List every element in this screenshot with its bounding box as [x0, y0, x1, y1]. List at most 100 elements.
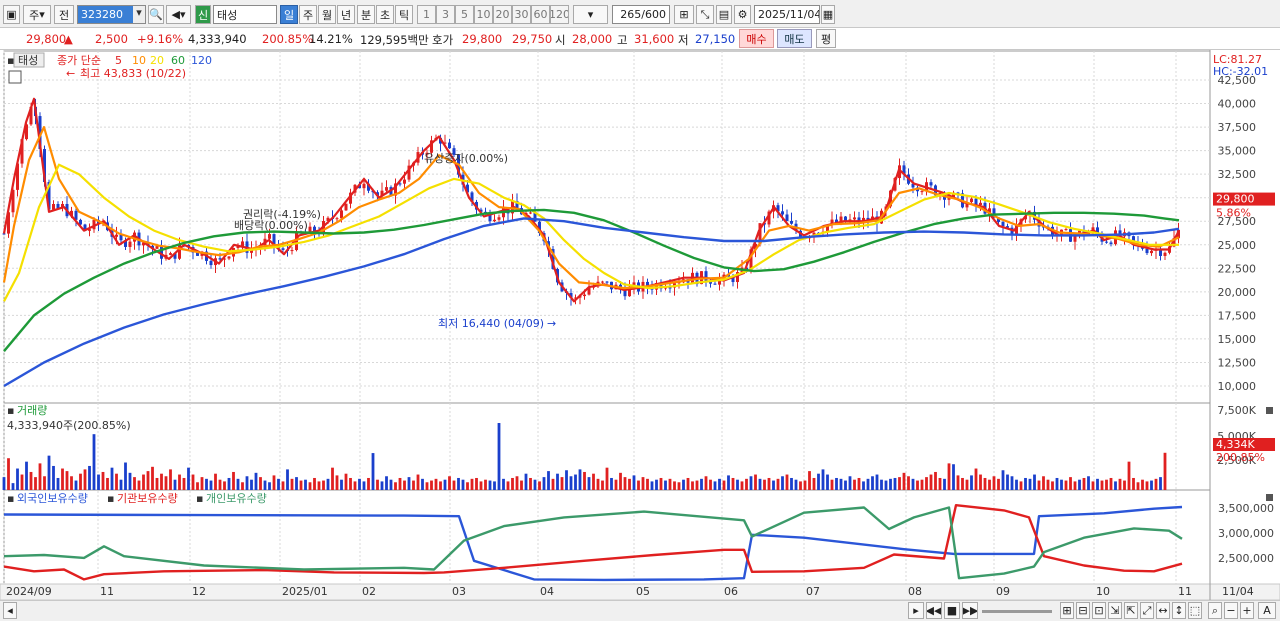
zoom-out-icon[interactable]: −: [1224, 602, 1238, 619]
period-button-2[interactable]: 월: [318, 5, 336, 24]
volume-bar: [389, 479, 393, 490]
prev-button[interactable]: 전: [54, 5, 74, 24]
interval-button-5[interactable]: 30: [512, 5, 531, 24]
interval-dropdown[interactable]: ▾: [573, 5, 608, 24]
volume-bar: [713, 481, 717, 490]
fast-forward-icon[interactable]: ▶▶: [962, 602, 978, 619]
window-icon[interactable]: ▣: [3, 5, 20, 24]
volume-current-text: 4,334K: [1216, 438, 1255, 451]
magnifier-icon[interactable]: ⌕: [1208, 602, 1222, 619]
tool-icon-5[interactable]: ⇱: [1124, 602, 1138, 619]
volume-bar: [1082, 477, 1086, 490]
interval-button-4[interactable]: 20: [493, 5, 512, 24]
holdings-tick-label: 3,000,000: [1218, 527, 1274, 540]
volume-bar: [34, 477, 37, 490]
zoom-in-icon[interactable]: +: [1240, 602, 1254, 619]
save-icon[interactable]: ▤: [716, 5, 732, 24]
interval-button-3[interactable]: 10: [474, 5, 493, 24]
chart-settings-icon[interactable]: ⊞: [674, 5, 694, 24]
play-icon[interactable]: ▸: [908, 602, 924, 619]
interval-button-0[interactable]: 1: [417, 5, 436, 24]
period-button-6[interactable]: 틱: [395, 5, 413, 24]
tool-icon-1[interactable]: ⊞: [1060, 602, 1074, 619]
volume-bar: [1024, 477, 1027, 490]
stop-icon[interactable]: ■: [944, 602, 960, 619]
current-price: 29,800: [26, 32, 67, 46]
period-button-5[interactable]: 초: [376, 5, 394, 24]
stock-name-field[interactable]: 태성: [213, 5, 277, 24]
period-button-0[interactable]: 일: [280, 5, 298, 24]
holdings-legend-marker-1: ▪: [107, 492, 114, 505]
low-label: 저: [678, 33, 689, 47]
gear-icon[interactable]: ⚙: [734, 5, 751, 24]
volume-bar: [191, 474, 195, 490]
price-tick-label: 40,000: [1218, 98, 1257, 111]
volume-bar: [1100, 480, 1104, 490]
average-button[interactable]: 평: [816, 29, 836, 48]
volume-bar: [61, 468, 64, 490]
tool-icon-7[interactable]: ↔: [1156, 602, 1170, 619]
candle-body: [979, 202, 982, 206]
volume-bar: [943, 478, 946, 490]
volume-bar: [371, 453, 375, 490]
volume-bar: [1078, 479, 1081, 490]
volume-bar: [587, 477, 591, 490]
count-input[interactable]: 265/600: [612, 5, 670, 24]
interval-button-6[interactable]: 60: [531, 5, 550, 24]
volume-bar: [853, 479, 856, 490]
interval-button-7[interactable]: 120: [550, 5, 569, 24]
volume-bar: [565, 470, 568, 490]
volume-bar: [25, 461, 28, 490]
type-label: 주: [29, 8, 40, 22]
volume-bar: [947, 463, 951, 490]
type-selector[interactable]: 주 ▾: [23, 5, 51, 24]
interval-button-1[interactable]: 3: [436, 5, 455, 24]
x-axis-label: 04: [540, 585, 554, 598]
low-annotation-text: 최저 16,440 (04/09): [438, 317, 544, 330]
volume-bar: [281, 481, 285, 490]
volume-bar: [803, 480, 807, 490]
x-axis-label: 08: [908, 585, 922, 598]
volume-bar: [115, 473, 118, 490]
date-input[interactable]: 2025/11/04: [754, 5, 820, 24]
scroll-left-icon[interactable]: ◂: [3, 602, 17, 619]
tool-icon-3[interactable]: ⊡: [1092, 602, 1106, 619]
font-size-icon[interactable]: A: [1258, 602, 1276, 619]
price-tick-label: 35,000: [1218, 145, 1257, 158]
period-button-1[interactable]: 주: [299, 5, 317, 24]
volume-bar: [1060, 479, 1063, 490]
volume-bar: [664, 480, 667, 490]
tool-icon-4[interactable]: ⇲: [1108, 602, 1122, 619]
legend-ma-label-20: 20: [150, 54, 164, 67]
volume-bar: [1019, 481, 1023, 490]
buy-button[interactable]: 매수: [739, 29, 774, 48]
sound-icon[interactable]: ◀▾: [166, 5, 191, 24]
stock-code-input[interactable]: 323280 ▾: [77, 5, 146, 24]
volume-bar: [875, 474, 879, 490]
volume-bar: [1069, 477, 1072, 490]
volume-bar: [637, 480, 640, 490]
calendar-icon[interactable]: ▦: [821, 5, 835, 24]
volume-bar: [1042, 476, 1045, 490]
volume-ratio: 200.85%: [262, 32, 314, 46]
volume-bar: [898, 477, 901, 490]
tool-icon-6[interactable]: ⤢: [1140, 602, 1154, 619]
count-value: 265: [620, 8, 642, 21]
horizontal-scrollbar[interactable]: ◂ ▸ ◀◀ ■ ▶▶ ⊞ ⊟ ⊡ ⇲ ⇱ ⤢ ↔ ↕ ⬚ ⌕ − + A: [0, 600, 1280, 621]
search-icon[interactable]: 🔍: [148, 5, 164, 24]
stock-chart: 42,50040,00037,50035,00032,50030,00027,5…: [0, 50, 1280, 601]
zoom-slider[interactable]: [982, 610, 1052, 613]
period-button-3[interactable]: 년: [337, 5, 355, 24]
interval-button-2[interactable]: 5: [455, 5, 474, 24]
volume-bar: [551, 478, 555, 490]
period-button-4[interactable]: 분: [357, 5, 375, 24]
tool-icon-8[interactable]: ↕: [1172, 602, 1186, 619]
sell-button[interactable]: 매도: [777, 29, 812, 48]
volume-panel-close-icon: [1266, 407, 1273, 414]
volume-bar: [83, 469, 87, 490]
zoom-icon[interactable]: ⤡: [696, 5, 714, 24]
rewind-icon[interactable]: ◀◀: [926, 602, 942, 619]
open-price: 28,000: [572, 32, 613, 46]
tool-icon-2[interactable]: ⊟: [1076, 602, 1090, 619]
tool-icon-9[interactable]: ⬚: [1188, 602, 1202, 619]
